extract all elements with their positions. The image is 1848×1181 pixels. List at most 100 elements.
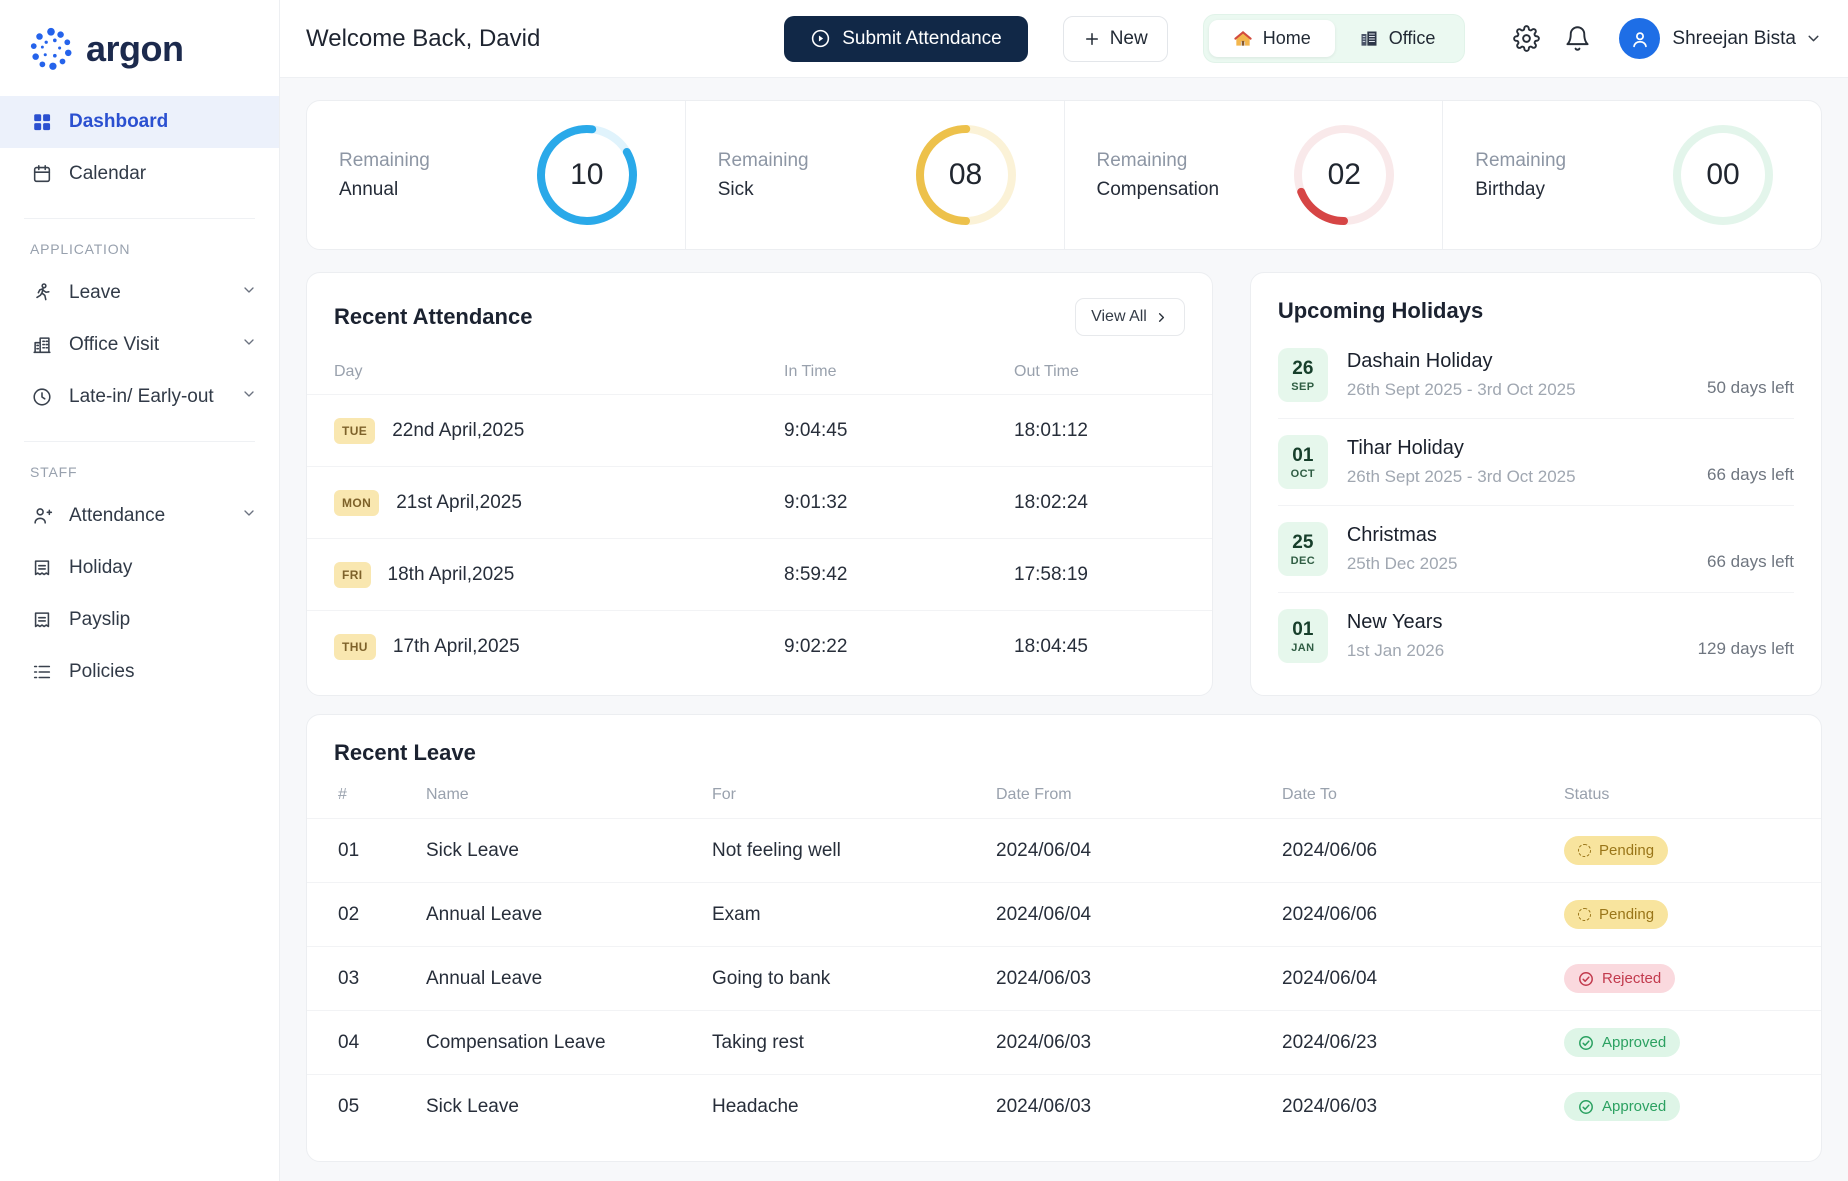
leave-name: Sick Leave: [426, 840, 712, 862]
sidebar-item-calendar[interactable]: Calendar: [0, 148, 279, 200]
leave-date-from: 2024/06/03: [996, 1096, 1282, 1118]
leave-table-header: # Name For Date From Date To Status: [307, 772, 1821, 818]
sidebar-divider: [24, 441, 255, 442]
toggle-office-button[interactable]: Office: [1335, 20, 1460, 57]
attendance-date: 18th April,2025: [388, 564, 515, 586]
stat-label-type: Sick: [718, 179, 809, 201]
chevron-down-icon: [241, 282, 257, 304]
argon-logo-icon: [28, 26, 74, 72]
leave-date-from: 2024/06/03: [996, 1032, 1282, 1054]
app-root: argon Dashboard Calendar APPLICATION: [0, 0, 1848, 1181]
toggle-home-label: Home: [1263, 28, 1311, 49]
leave-reason: Headache: [712, 1096, 996, 1118]
pending-dashed-circle-icon: [1578, 844, 1591, 857]
stat-value: 00: [1669, 121, 1777, 229]
stat-section: Remaining Annual 10: [307, 101, 685, 249]
user-menu-chevron-icon[interactable]: [1805, 30, 1822, 47]
attendance-table-row: TUE 22nd April,2025 9:04:45 18:01:12: [307, 394, 1212, 466]
holiday-list-item: 26 SEP Dashain Holiday 26th Sept 2025 - …: [1278, 332, 1794, 418]
holiday-month: JAN: [1291, 642, 1314, 654]
chevron-down-icon: [241, 386, 257, 408]
sidebar-item-holiday[interactable]: Holiday: [0, 542, 279, 594]
dashboard-grid-icon: [30, 110, 54, 134]
settings-gear-icon[interactable]: [1513, 25, 1540, 52]
running-person-icon: [30, 281, 54, 305]
sidebar-item-policies[interactable]: Policies: [0, 646, 279, 698]
sidebar-item-label: Leave: [69, 282, 121, 304]
status-badge: Rejected: [1564, 964, 1675, 993]
leave-number: 05: [338, 1096, 426, 1118]
new-button[interactable]: New: [1063, 16, 1168, 62]
stat-value: 02: [1290, 121, 1398, 229]
status-text: Approved: [1602, 1034, 1666, 1051]
status-text: Approved: [1602, 1098, 1666, 1115]
sidebar-item-leave[interactable]: Leave: [0, 267, 279, 319]
sidebar-item-payslip[interactable]: Payslip: [0, 594, 279, 646]
leave-date-from: 2024/06/04: [996, 840, 1282, 862]
view-all-button[interactable]: View All: [1075, 298, 1185, 336]
user-name[interactable]: Shreejan Bista: [1672, 28, 1796, 50]
stat-label-type: Annual: [339, 179, 430, 201]
attendance-out-time: 18:01:12: [1014, 420, 1185, 442]
holiday-date-badge: 25 DEC: [1278, 522, 1328, 576]
play-circle-icon: [810, 28, 831, 49]
stat-label-remaining: Remaining: [339, 150, 430, 172]
leave-table-row: 05 Sick Leave Headache 2024/06/03 2024/0…: [307, 1074, 1821, 1138]
status-badge: Approved: [1564, 1028, 1680, 1057]
attendance-out-time: 18:04:45: [1014, 636, 1185, 658]
holiday-day: 26: [1292, 358, 1313, 380]
leave-name: Sick Leave: [426, 1096, 712, 1118]
day-badge: MON: [334, 490, 379, 516]
sidebar-item-late-in-early-out[interactable]: Late-in/ Early-out: [0, 371, 279, 423]
holiday-name: New Years: [1347, 611, 1679, 634]
stat-section: Remaining Sick 08: [685, 101, 1064, 249]
sidebar-item-office-visit[interactable]: Office Visit: [0, 319, 279, 371]
holiday-days-left: 129 days left: [1698, 639, 1794, 663]
attendance-in-time: 9:02:22: [784, 636, 1014, 658]
sidebar-item-label: Attendance: [69, 505, 165, 527]
stat-section: Remaining Compensation 02: [1064, 101, 1443, 249]
sidebar-item-dashboard[interactable]: Dashboard: [0, 96, 279, 148]
stat-label-type: Birthday: [1475, 179, 1566, 201]
remaining-ring-chart: 02: [1290, 121, 1398, 229]
sidebar-item-label: Holiday: [69, 557, 132, 579]
leave-table-row: 02 Annual Leave Exam 2024/06/04 2024/06/…: [307, 882, 1821, 946]
col-for: For: [712, 786, 996, 804]
user-avatar[interactable]: [1619, 18, 1660, 59]
receipt-icon: [30, 556, 54, 580]
person-icon: [1629, 28, 1651, 50]
status-badge: Approved: [1564, 1092, 1680, 1121]
attendance-in-time: 9:04:45: [784, 420, 1014, 442]
status-text: Rejected: [1602, 970, 1661, 987]
remaining-ring-chart: 10: [533, 121, 641, 229]
chevron-down-icon: [241, 505, 257, 527]
attendance-in-time: 9:01:32: [784, 492, 1014, 514]
holiday-day: 01: [1292, 445, 1313, 467]
attendance-in-time: 8:59:42: [784, 564, 1014, 586]
col-in-time: In Time: [784, 363, 1014, 381]
day-badge: FRI: [334, 562, 371, 588]
status-check-circle-icon: [1578, 971, 1594, 987]
attendance-table-header: Day In Time Out Time: [307, 350, 1212, 394]
recent-leave-card: Recent Leave # Name For Date From Date T…: [306, 714, 1822, 1162]
sidebar-item-label: Late-in/ Early-out: [69, 386, 214, 408]
sidebar-divider: [24, 218, 255, 219]
holiday-list-item: 01 JAN New Years 1st Jan 2026 129 days l…: [1278, 592, 1794, 679]
attendance-date: 17th April,2025: [393, 636, 520, 658]
holiday-day: 25: [1292, 532, 1313, 554]
attendance-table-row: MON 21st April,2025 9:01:32 18:02:24: [307, 466, 1212, 538]
leave-reason: Exam: [712, 904, 996, 926]
sidebar: argon Dashboard Calendar APPLICATION: [0, 0, 280, 1181]
leave-date-to: 2024/06/06: [1282, 904, 1564, 926]
holiday-days-left: 66 days left: [1707, 552, 1794, 576]
submit-attendance-button[interactable]: Submit Attendance: [784, 16, 1028, 62]
toggle-home-button[interactable]: Home: [1209, 20, 1335, 57]
holiday-list-item: 01 OCT Tihar Holiday 26th Sept 2025 - 3r…: [1278, 418, 1794, 505]
notification-bell-icon[interactable]: [1564, 25, 1591, 52]
recent-attendance-card: Recent Attendance View All Day In Time O…: [306, 272, 1213, 696]
upcoming-holidays-title: Upcoming Holidays: [1278, 298, 1483, 324]
status-check-circle-icon: [1578, 1035, 1594, 1051]
sidebar-item-attendance[interactable]: Attendance: [0, 490, 279, 542]
building-icon: [30, 333, 54, 357]
pending-dashed-circle-icon: [1578, 908, 1591, 921]
